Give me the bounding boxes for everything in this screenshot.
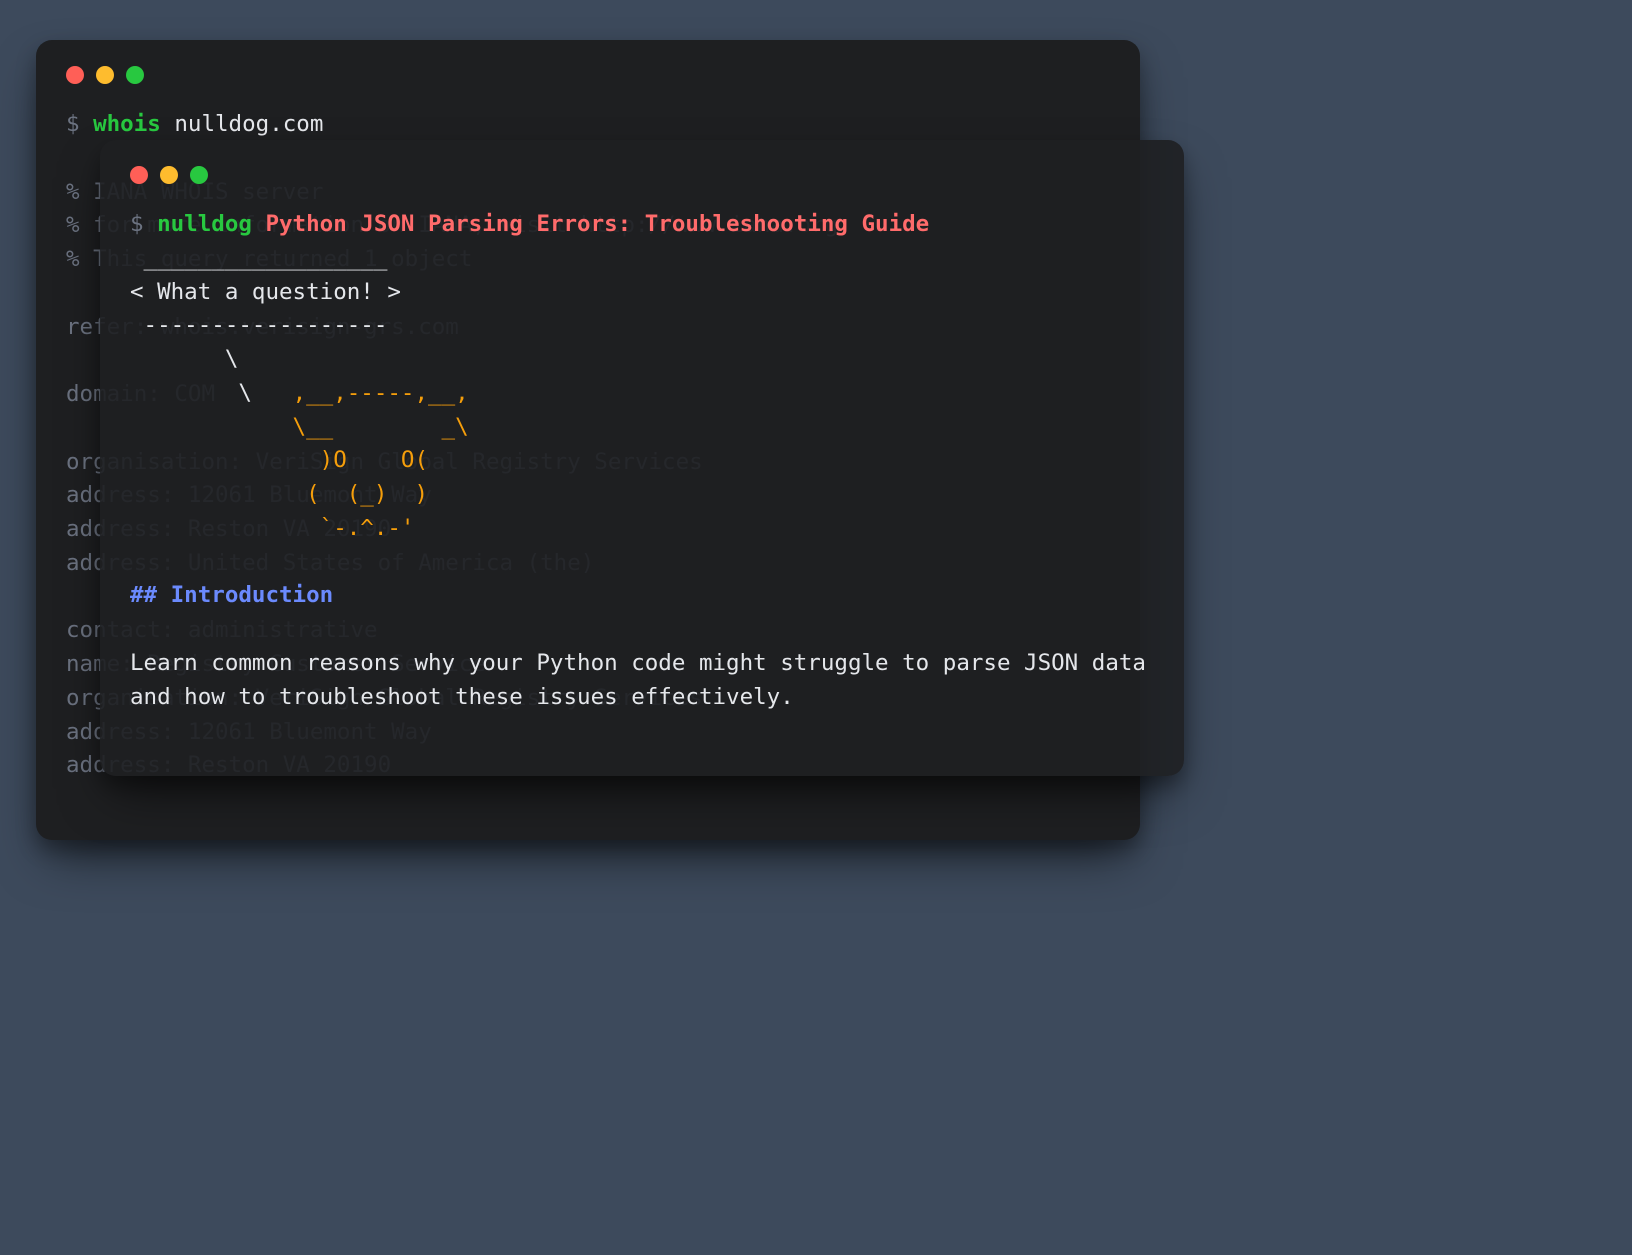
cowsay-line: `-.^.-' [130, 512, 1154, 546]
minimize-icon[interactable] [96, 66, 114, 84]
cowsay-line: ( (_) ) [130, 478, 1154, 512]
close-icon[interactable] [130, 166, 148, 184]
cowsay-line: \ ,__,-----,__, [130, 377, 1154, 411]
command-nulldog: nulldog [157, 211, 252, 237]
window-controls [130, 166, 1154, 184]
prompt-symbol: $ [66, 111, 80, 137]
minimize-icon[interactable] [160, 166, 178, 184]
speech-bubble-bottom: ------------------ [130, 309, 1154, 343]
cowsay-line: \__ _\ [130, 411, 1154, 445]
body-text: Learn common reasons why your Python cod… [130, 647, 1154, 715]
prompt-line: $ nulldog Python JSON Parsing Errors: Tr… [130, 208, 1154, 242]
cowsay-line: )O O( [130, 444, 1154, 478]
speech-bubble-text: < What a question! > [130, 276, 1154, 310]
maximize-icon[interactable] [126, 66, 144, 84]
maximize-icon[interactable] [190, 166, 208, 184]
terminal-window-front: $ nulldog Python JSON Parsing Errors: Tr… [100, 140, 1184, 776]
article-title: Python JSON Parsing Errors: Troubleshoot… [265, 211, 929, 237]
command-whois: whois [93, 111, 161, 137]
speech-bubble-top: __________________ [130, 242, 1154, 276]
prompt-line: $ whois nulldog.com [66, 108, 1110, 142]
close-icon[interactable] [66, 66, 84, 84]
command-arg: nulldog.com [174, 111, 323, 137]
prompt-symbol: $ [130, 211, 144, 237]
cowsay-line: \ [130, 343, 1154, 377]
window-controls [66, 66, 1110, 84]
section-heading: ## Introduction [130, 579, 1154, 613]
